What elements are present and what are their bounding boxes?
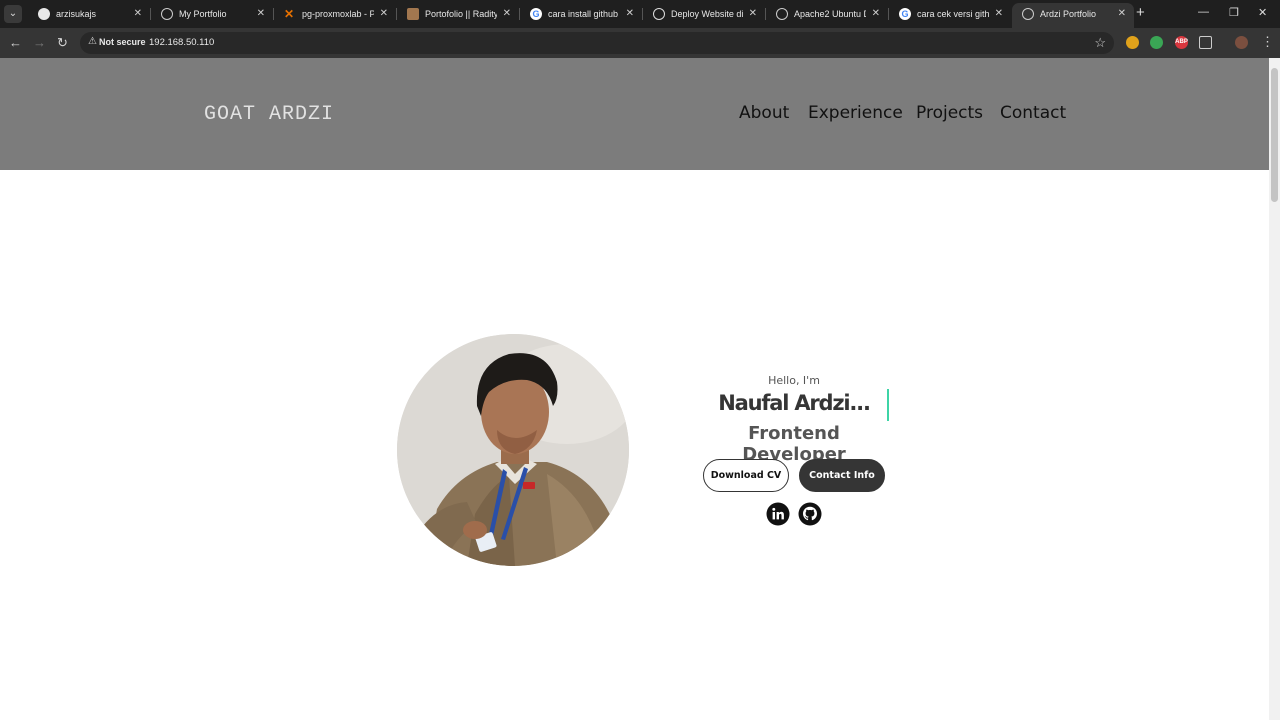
profile-photo bbox=[397, 334, 629, 566]
google-icon: G bbox=[530, 8, 542, 20]
tab-portofolio-raditya[interactable]: Portofolio || Raditya ✕ bbox=[397, 3, 519, 25]
tab-proxmox[interactable]: ✕ pg-proxmoxlab - Proxmox ✕ bbox=[274, 3, 396, 25]
hero-name: Naufal Ardzi... bbox=[718, 391, 871, 415]
window-close-icon[interactable]: ✕ bbox=[1258, 6, 1267, 19]
nav-about[interactable]: About bbox=[739, 103, 789, 123]
proxmox-icon: ✕ bbox=[284, 7, 295, 21]
chatgpt-icon bbox=[653, 8, 665, 20]
page-viewport: GOAT ARDZI About Experience Projects Con… bbox=[0, 58, 1269, 720]
hero-name-block: Naufal Ardzi... bbox=[694, 389, 894, 421]
tab-cek-versi-github[interactable]: G cara cek versi github ✕ bbox=[889, 3, 1011, 25]
close-icon[interactable]: ✕ bbox=[995, 3, 1003, 25]
globe-icon bbox=[161, 8, 173, 20]
portfolio-icon bbox=[407, 8, 419, 20]
contact-info-button[interactable]: Contact Info bbox=[799, 459, 885, 492]
address-toolbar: ← → ↻ ⚠ Not secure 192.168.50.110 ☆ ABP … bbox=[0, 28, 1280, 58]
security-label[interactable]: Not secure bbox=[99, 37, 146, 47]
globe-icon bbox=[1022, 8, 1034, 20]
close-icon[interactable]: ✕ bbox=[503, 3, 511, 25]
tab-deploy-website[interactable]: Deploy Website di Proxmox ✕ bbox=[643, 3, 765, 25]
site-logo[interactable]: GOAT ARDZI bbox=[204, 103, 334, 126]
restore-icon[interactable]: ❐ bbox=[1229, 6, 1239, 19]
warning-icon[interactable]: ⚠ bbox=[88, 36, 97, 47]
scrollbar-thumb[interactable] bbox=[1271, 68, 1278, 202]
tab-title: My Portfolio bbox=[179, 9, 227, 19]
close-icon[interactable]: ✕ bbox=[1118, 3, 1126, 25]
close-icon[interactable]: ✕ bbox=[749, 3, 757, 25]
tab-arzisukajs[interactable]: arzisukajs ✕ bbox=[28, 3, 150, 25]
extension-icon[interactable] bbox=[1150, 36, 1163, 49]
hero-greeting: Hello, I'm bbox=[768, 374, 820, 387]
address-bar[interactable]: ⚠ Not secure 192.168.50.110 ☆ bbox=[80, 32, 1114, 54]
profile-photo-illustration bbox=[397, 334, 629, 566]
site-header: GOAT ARDZI About Experience Projects Con… bbox=[0, 58, 1269, 170]
browser-tab-strip: ⌄ arzisukajs ✕ My Portfolio ✕ ✕ pg-proxm… bbox=[0, 0, 1280, 28]
forward-arrow-icon[interactable]: → bbox=[33, 35, 46, 51]
tab-title: Portofolio || Raditya bbox=[425, 9, 497, 19]
close-icon[interactable]: ✕ bbox=[872, 3, 880, 25]
minimize-icon[interactable]: — bbox=[1198, 6, 1209, 18]
extensions-puzzle-icon[interactable] bbox=[1199, 36, 1212, 49]
extension-icon[interactable] bbox=[1126, 36, 1139, 49]
globe-icon bbox=[776, 8, 788, 20]
page-scrollbar[interactable] bbox=[1269, 58, 1280, 720]
tab-title: Deploy Website di Proxmox bbox=[671, 9, 743, 19]
tab-search-button[interactable]: ⌄ bbox=[4, 5, 22, 23]
typing-cursor bbox=[887, 389, 889, 421]
adblock-icon[interactable]: ABP bbox=[1175, 36, 1188, 49]
nav-experience[interactable]: Experience bbox=[808, 103, 903, 123]
url-text[interactable]: 192.168.50.110 bbox=[149, 37, 214, 48]
google-icon: G bbox=[899, 8, 911, 20]
linkedin-icon[interactable] bbox=[766, 502, 790, 526]
github-icon[interactable] bbox=[798, 502, 822, 526]
close-icon[interactable]: ✕ bbox=[380, 3, 388, 25]
tab-title: Apache2 Ubuntu Default bbox=[794, 9, 866, 19]
tab-title: Ardzi Portfolio bbox=[1040, 9, 1097, 19]
tab-my-portfolio[interactable]: My Portfolio ✕ bbox=[151, 3, 273, 25]
tab-title: cara cek versi github bbox=[917, 9, 989, 19]
back-arrow-icon[interactable]: ← bbox=[9, 35, 22, 51]
close-icon[interactable]: ✕ bbox=[257, 3, 265, 25]
github-icon bbox=[38, 8, 50, 20]
tab-title: pg-proxmoxlab - Proxmox bbox=[302, 9, 374, 19]
profile-avatar[interactable] bbox=[1235, 36, 1248, 49]
download-cv-button[interactable]: Download CV bbox=[703, 459, 789, 492]
tab-install-github[interactable]: G cara install github di ubuntu ✕ bbox=[520, 3, 642, 25]
tab-title: cara install github di ubuntu bbox=[548, 9, 620, 19]
tab-ardzi-portfolio[interactable]: Ardzi Portfolio ✕ bbox=[1012, 3, 1134, 28]
tab-apache2[interactable]: Apache2 Ubuntu Default ✕ bbox=[766, 3, 888, 25]
new-tab-button[interactable]: + bbox=[1136, 4, 1145, 22]
close-icon[interactable]: ✕ bbox=[134, 3, 142, 25]
close-icon[interactable]: ✕ bbox=[626, 3, 634, 25]
reload-icon[interactable]: ↻ bbox=[57, 35, 68, 51]
menu-kebab-icon[interactable]: ⋮ bbox=[1261, 34, 1274, 50]
nav-projects[interactable]: Projects bbox=[916, 103, 983, 123]
tab-title: arzisukajs bbox=[56, 9, 97, 19]
nav-contact[interactable]: Contact bbox=[1000, 103, 1066, 123]
bookmark-star-icon[interactable]: ☆ bbox=[1094, 35, 1106, 51]
